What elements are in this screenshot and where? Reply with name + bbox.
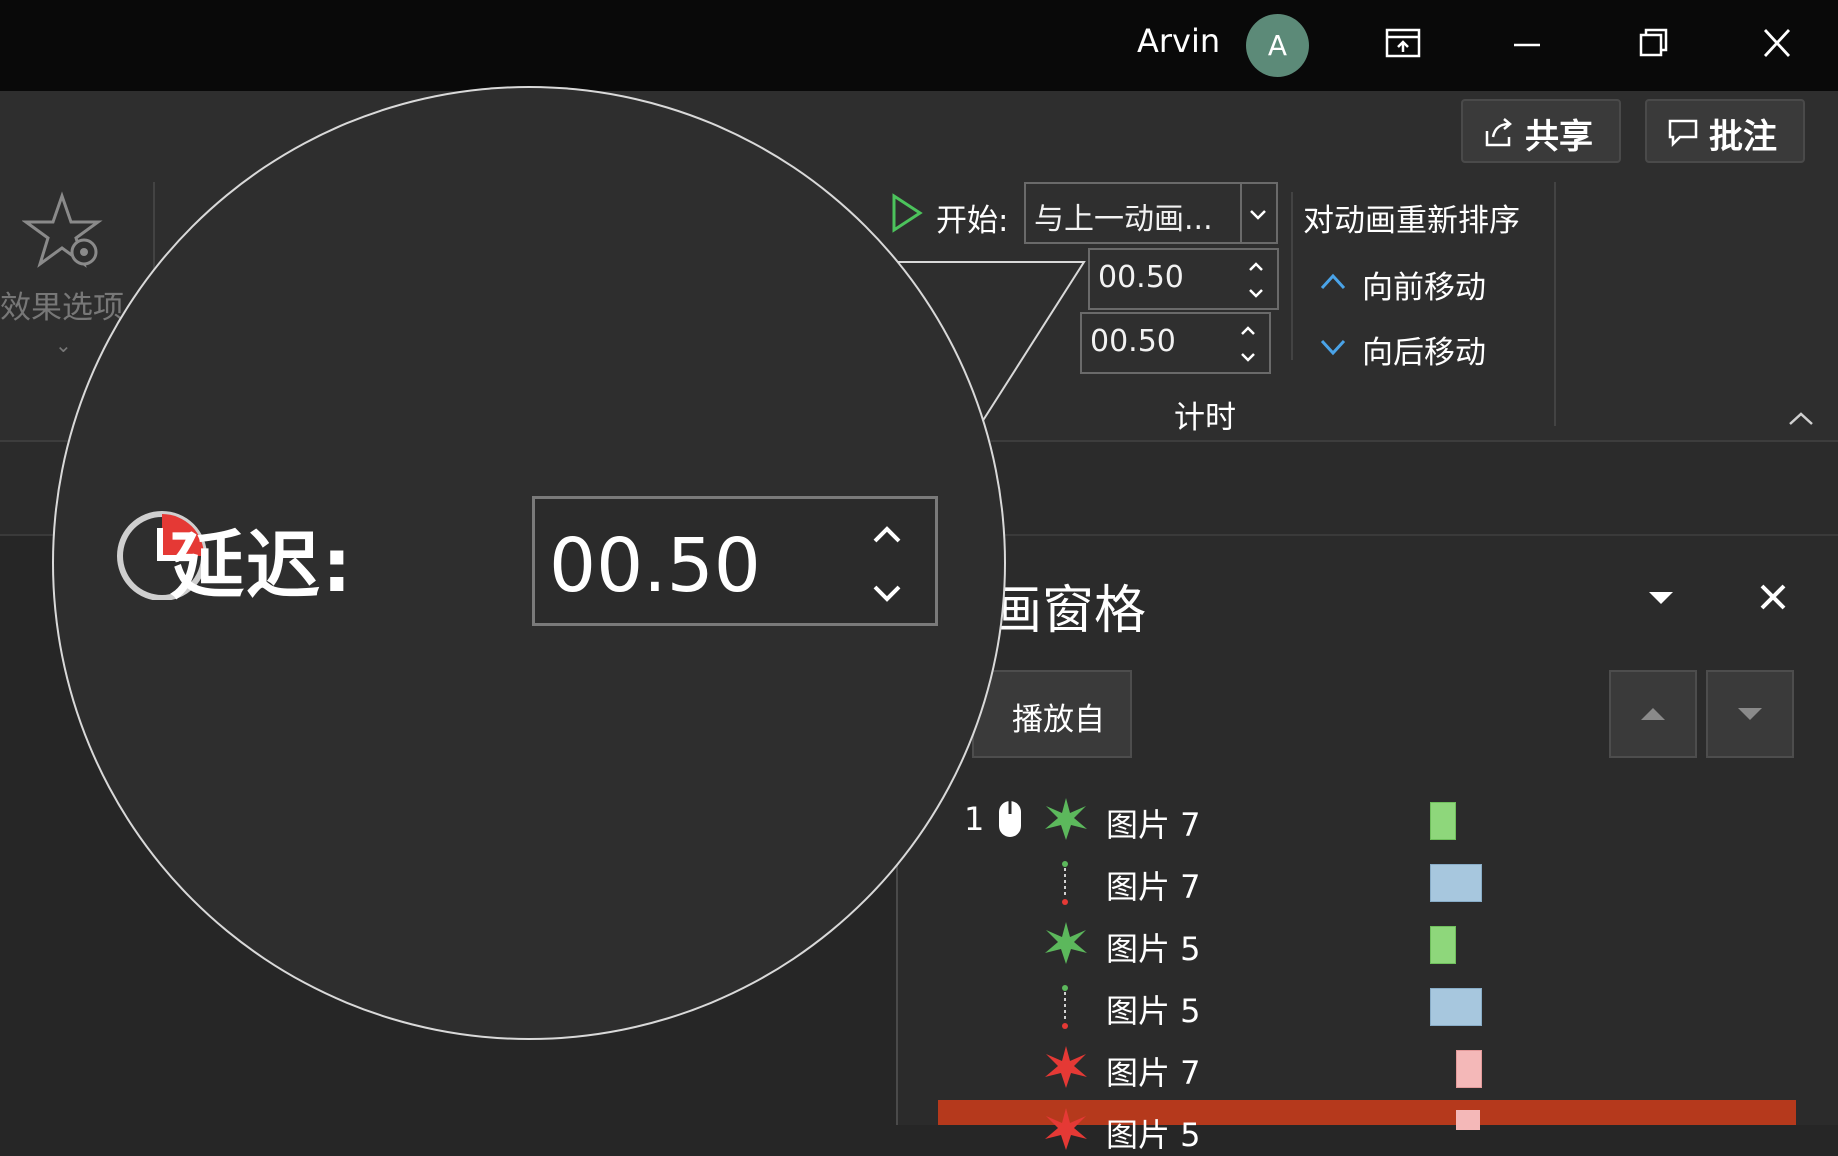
effect-options-chevron-icon[interactable]: ⌄ (55, 333, 72, 357)
move-later-label: 向后移动 (1362, 335, 1486, 371)
ribbon-separator (1554, 182, 1556, 426)
duration-stepper[interactable]: 00.50 (1088, 248, 1279, 310)
item-index: 1 (964, 800, 985, 838)
move-down-button[interactable] (1706, 670, 1794, 758)
minimize-icon[interactable] (1497, 18, 1557, 70)
chevron-up-icon (1320, 273, 1346, 290)
timeline-bar[interactable] (1430, 988, 1482, 1026)
restore-icon[interactable] (1622, 18, 1682, 70)
share-button[interactable]: 共享 (1461, 99, 1621, 163)
comment-label: 批注 (1709, 117, 1777, 157)
move-earlier-label: 向前移动 (1362, 270, 1486, 306)
timeline-bar[interactable] (1430, 864, 1482, 902)
list-item-label[interactable]: 图片 7 (1106, 1048, 1201, 1094)
timeline-bar[interactable] (1456, 1110, 1480, 1130)
chevron-down-icon (1250, 210, 1266, 220)
timeline-bar[interactable] (1430, 926, 1456, 964)
list-item-label[interactable]: 图片 5 (1106, 1110, 1201, 1156)
stepper-arrows-icon[interactable] (1237, 320, 1259, 368)
effect-options-label[interactable]: 效果选项 (0, 282, 124, 327)
list-item-label[interactable]: 图片 7 (1106, 800, 1201, 846)
reorder-title: 对动画重新排序 (1303, 203, 1520, 239)
triangle-up-icon (1641, 708, 1665, 720)
duration-value: 00.50 (1098, 260, 1184, 295)
close-icon[interactable] (1747, 18, 1807, 70)
start-label: 开始: (936, 203, 1009, 239)
share-label: 共享 (1525, 117, 1593, 157)
share-icon (1485, 118, 1512, 147)
stepper-arrows-icon[interactable] (1245, 256, 1267, 304)
comment-button[interactable]: 批注 (1645, 99, 1805, 163)
delay-value: 00.50 (1090, 324, 1176, 359)
motion-path-icon (1057, 984, 1073, 1034)
pane-options-icon[interactable] (1644, 586, 1678, 614)
motion-path-icon (1057, 860, 1073, 910)
stepper-arrows-icon[interactable] (867, 521, 907, 607)
title-bar (0, 0, 1838, 91)
delay-stepper[interactable]: 00.50 (1080, 312, 1271, 374)
pane-title: 画窗格 (990, 581, 1147, 641)
present-icon[interactable] (1372, 18, 1432, 70)
collapse-ribbon-icon[interactable] (1786, 408, 1816, 432)
delay-value-zoomed: 00.50 (549, 523, 761, 609)
dropdown-divider (1240, 184, 1242, 242)
timeline-bar[interactable] (1456, 1050, 1482, 1088)
user-name[interactable]: Arvin (1137, 22, 1220, 60)
comment-icon (1668, 119, 1698, 148)
exit-star-icon (1043, 1106, 1089, 1156)
chevron-down-icon (1320, 339, 1346, 356)
start-play-icon (890, 192, 924, 238)
timing-group-label: 计时 (1174, 400, 1236, 436)
delay-label: 延迟: (170, 523, 354, 609)
play-from-button[interactable]: 播放自 (972, 670, 1132, 758)
timeline-bar[interactable] (1430, 802, 1456, 840)
start-dropdown[interactable]: 与上一动画... (1024, 182, 1278, 244)
ribbon-separator (1291, 192, 1293, 360)
list-item-label[interactable]: 图片 7 (1106, 862, 1201, 908)
entrance-star-icon (1043, 920, 1089, 970)
avatar[interactable]: A (1246, 14, 1309, 77)
start-value: 与上一动画... (1034, 202, 1213, 237)
exit-star-icon (1043, 1044, 1089, 1094)
triangle-down-icon (1738, 708, 1762, 720)
list-item-label[interactable]: 图片 5 (1106, 986, 1201, 1032)
mouse-click-icon (996, 798, 1024, 844)
entrance-star-icon (1043, 796, 1089, 846)
play-from-label: 播放自 (1012, 702, 1105, 738)
effect-options-icon[interactable] (21, 190, 108, 276)
delay-input-zoomed[interactable]: 00.50 (532, 496, 938, 626)
move-up-button[interactable] (1609, 670, 1697, 758)
pane-close-icon[interactable] (1754, 578, 1792, 620)
list-item-label[interactable]: 图片 5 (1106, 924, 1201, 970)
